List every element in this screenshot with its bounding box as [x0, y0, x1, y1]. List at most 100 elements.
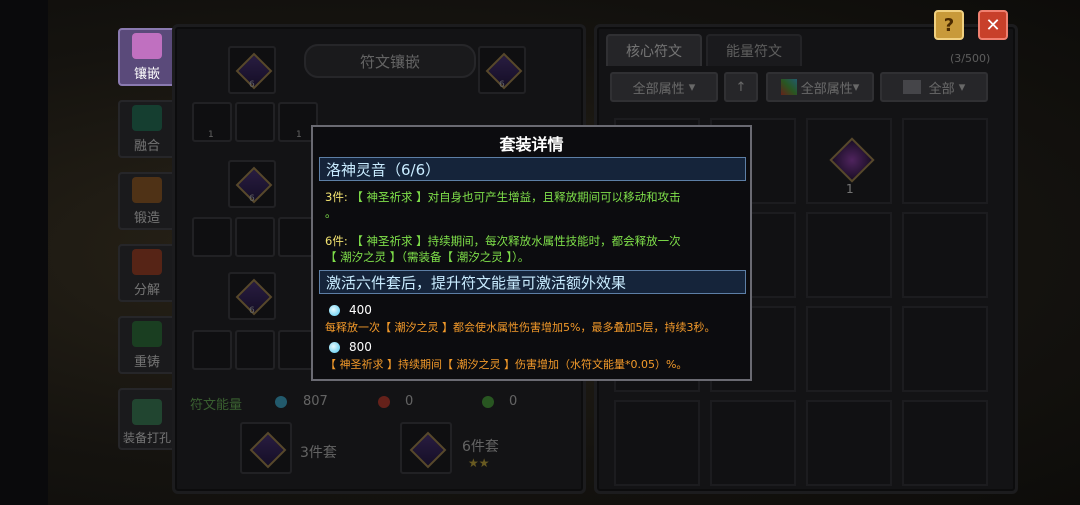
rune-slot[interactable]: 1	[192, 102, 232, 142]
set-6-slot[interactable]	[400, 422, 452, 474]
tab-forge-label: 锻造	[133, 211, 160, 226]
rune-slot[interactable]	[192, 330, 232, 370]
tab-energy-rune-label: 能量符文	[726, 44, 782, 60]
close-button[interactable]: ✕	[978, 10, 1008, 40]
fuse-icon	[132, 105, 162, 131]
fire-energy-value: 0	[405, 394, 414, 409]
inventory-slot[interactable]	[902, 118, 988, 204]
inventory-slot[interactable]	[902, 306, 988, 392]
element-filter-label: 全部属性	[800, 81, 853, 97]
quality-filter-label: 全部	[928, 81, 955, 97]
tab-dismantle-label: 分解	[133, 283, 160, 298]
tab-fuse[interactable]: 融合	[118, 100, 176, 158]
attribute-filter-dropdown[interactable]: 全部属性 ▾	[610, 72, 718, 102]
water-energy-icon	[275, 396, 287, 408]
socket-icon	[132, 399, 162, 425]
tier1-value: 400	[349, 303, 372, 317]
forge-icon	[132, 177, 162, 203]
bonus-3-count: 3件:	[325, 190, 348, 204]
slot-count: 1	[296, 130, 302, 140]
tab-socket-label: 装备打孔	[122, 431, 171, 445]
tab-recast[interactable]: 重铸	[118, 316, 176, 374]
tier2-value: 800	[349, 340, 372, 354]
help-icon: ?	[943, 14, 955, 36]
close-icon: ✕	[985, 14, 1001, 36]
slot-count: 6	[499, 80, 505, 90]
recast-icon	[132, 321, 162, 347]
slot-count: 1	[208, 130, 214, 140]
attribute-filter-label: 全部属性	[632, 81, 685, 97]
inventory-slot[interactable]	[710, 400, 796, 486]
set-6-label: 6件套	[462, 439, 499, 455]
quality-filter-dropdown[interactable]: 全部 ▾	[880, 72, 988, 102]
element-filter-dropdown[interactable]: 全部属性 ▾	[766, 72, 874, 102]
rune-slot[interactable]: 6	[228, 272, 276, 320]
wood-energy-value: 0	[509, 394, 518, 409]
tab-forge[interactable]: 锻造	[118, 172, 176, 230]
tab-inlay-label: 镶嵌	[133, 67, 160, 82]
item-count: 1	[846, 182, 854, 196]
inventory-slot[interactable]	[902, 212, 988, 298]
set-3-label: 3件套	[300, 445, 337, 461]
slot-count: 6	[249, 306, 255, 316]
bonus-6-line: 6件: 【 神圣祈求 】持续期间，每次释放水属性技能时，都会释放一次	[325, 233, 681, 249]
bonus-6-text-cont: 【 潮汐之灵 】（需装备【 潮汐之灵 】）。	[325, 250, 530, 264]
set-name: 洛神灵音（6/6）	[326, 160, 441, 179]
mask-icon	[902, 80, 921, 94]
inventory-count: (3/500)	[950, 52, 991, 65]
set-name-header: 洛神灵音（6/6）	[319, 157, 746, 181]
tab-inlay[interactable]: 镶嵌	[118, 28, 176, 86]
tab-core-rune[interactable]: 核心符文	[606, 34, 702, 66]
tab-dismantle[interactable]: 分解	[118, 244, 176, 302]
extra-effect-title: 激活六件套后，提升符文能量可激活额外效果	[326, 273, 627, 292]
tab-energy-rune[interactable]: 能量符文	[706, 34, 802, 66]
extra-effect-header: 激活六件套后，提升符文能量可激活额外效果	[319, 270, 746, 294]
modal-title: 套装详情	[499, 135, 564, 154]
rune-slot[interactable]	[235, 217, 275, 257]
inlay-icon	[132, 33, 162, 59]
rune-slot[interactable]	[192, 217, 232, 257]
rune-slot[interactable]: 6	[228, 160, 276, 208]
water-energy-icon	[329, 305, 340, 316]
rune-slot[interactable]	[235, 102, 275, 142]
bonus-6-text: 【 神圣祈求 】持续期间，每次释放水属性技能时，都会释放一次	[351, 234, 681, 248]
set-3-slot[interactable]	[240, 422, 292, 474]
set-detail-modal[interactable]: 套装详情 洛神灵音（6/6） 3件: 【 神圣祈求 】对自身也可产生增益，且释放…	[311, 125, 752, 381]
sort-button[interactable]: ↑	[724, 72, 758, 102]
bonus-3-text-cont: 。	[325, 206, 337, 220]
set-6-stars: ★★	[468, 456, 490, 470]
tab-recast-label: 重铸	[133, 355, 160, 370]
tier1-text: 每释放一次【 潮汐之灵 】都会使水属性伤害增加5%，最多叠加5层，持续3秒。	[325, 321, 716, 334]
help-button[interactable]: ?	[934, 10, 964, 40]
inlay-panel-title: 符文镶嵌	[304, 44, 476, 78]
energy-label: 符文能量	[190, 398, 243, 413]
wood-energy-icon	[482, 396, 494, 408]
tab-core-rune-label: 核心符文	[626, 44, 682, 60]
inventory-slot[interactable]	[806, 400, 892, 486]
tab-socket[interactable]: 装备打孔	[118, 388, 176, 450]
inventory-slot[interactable]	[614, 400, 700, 486]
water-energy-value: 807	[303, 394, 328, 409]
rune-slot[interactable]: 6	[478, 46, 526, 94]
element-icon	[780, 79, 797, 95]
rune-gem-icon	[829, 137, 875, 183]
bonus-3-text: 【 神圣祈求 】对自身也可产生增益，且释放期间可以移动和攻击	[351, 190, 681, 204]
inventory-slot[interactable]	[902, 400, 988, 486]
fire-energy-icon	[378, 396, 390, 408]
slot-count: 6	[249, 194, 255, 204]
bonus-3-line: 3件: 【 神圣祈求 】对自身也可产生增益，且释放期间可以移动和攻击	[325, 189, 681, 205]
inventory-slot[interactable]	[806, 212, 892, 298]
bonus-6-count: 6件:	[325, 234, 348, 248]
water-energy-icon	[329, 342, 340, 353]
dismantle-icon	[132, 249, 162, 275]
sort-arrow-icon: ↑	[735, 79, 747, 95]
inventory-slot[interactable]: 1	[806, 118, 892, 204]
rune-gem-icon	[409, 431, 447, 469]
inventory-slot[interactable]	[806, 306, 892, 392]
slot-count: 6	[249, 80, 255, 90]
tier2-text: 【 神圣祈求 】持续期间【 潮汐之灵 】伤害增加（水符文能量*0.05）%。	[325, 358, 688, 371]
tab-fuse-label: 融合	[133, 139, 160, 154]
rune-slot[interactable]: 6	[228, 46, 276, 94]
rune-slot[interactable]	[235, 330, 275, 370]
rune-gem-icon	[249, 431, 287, 469]
